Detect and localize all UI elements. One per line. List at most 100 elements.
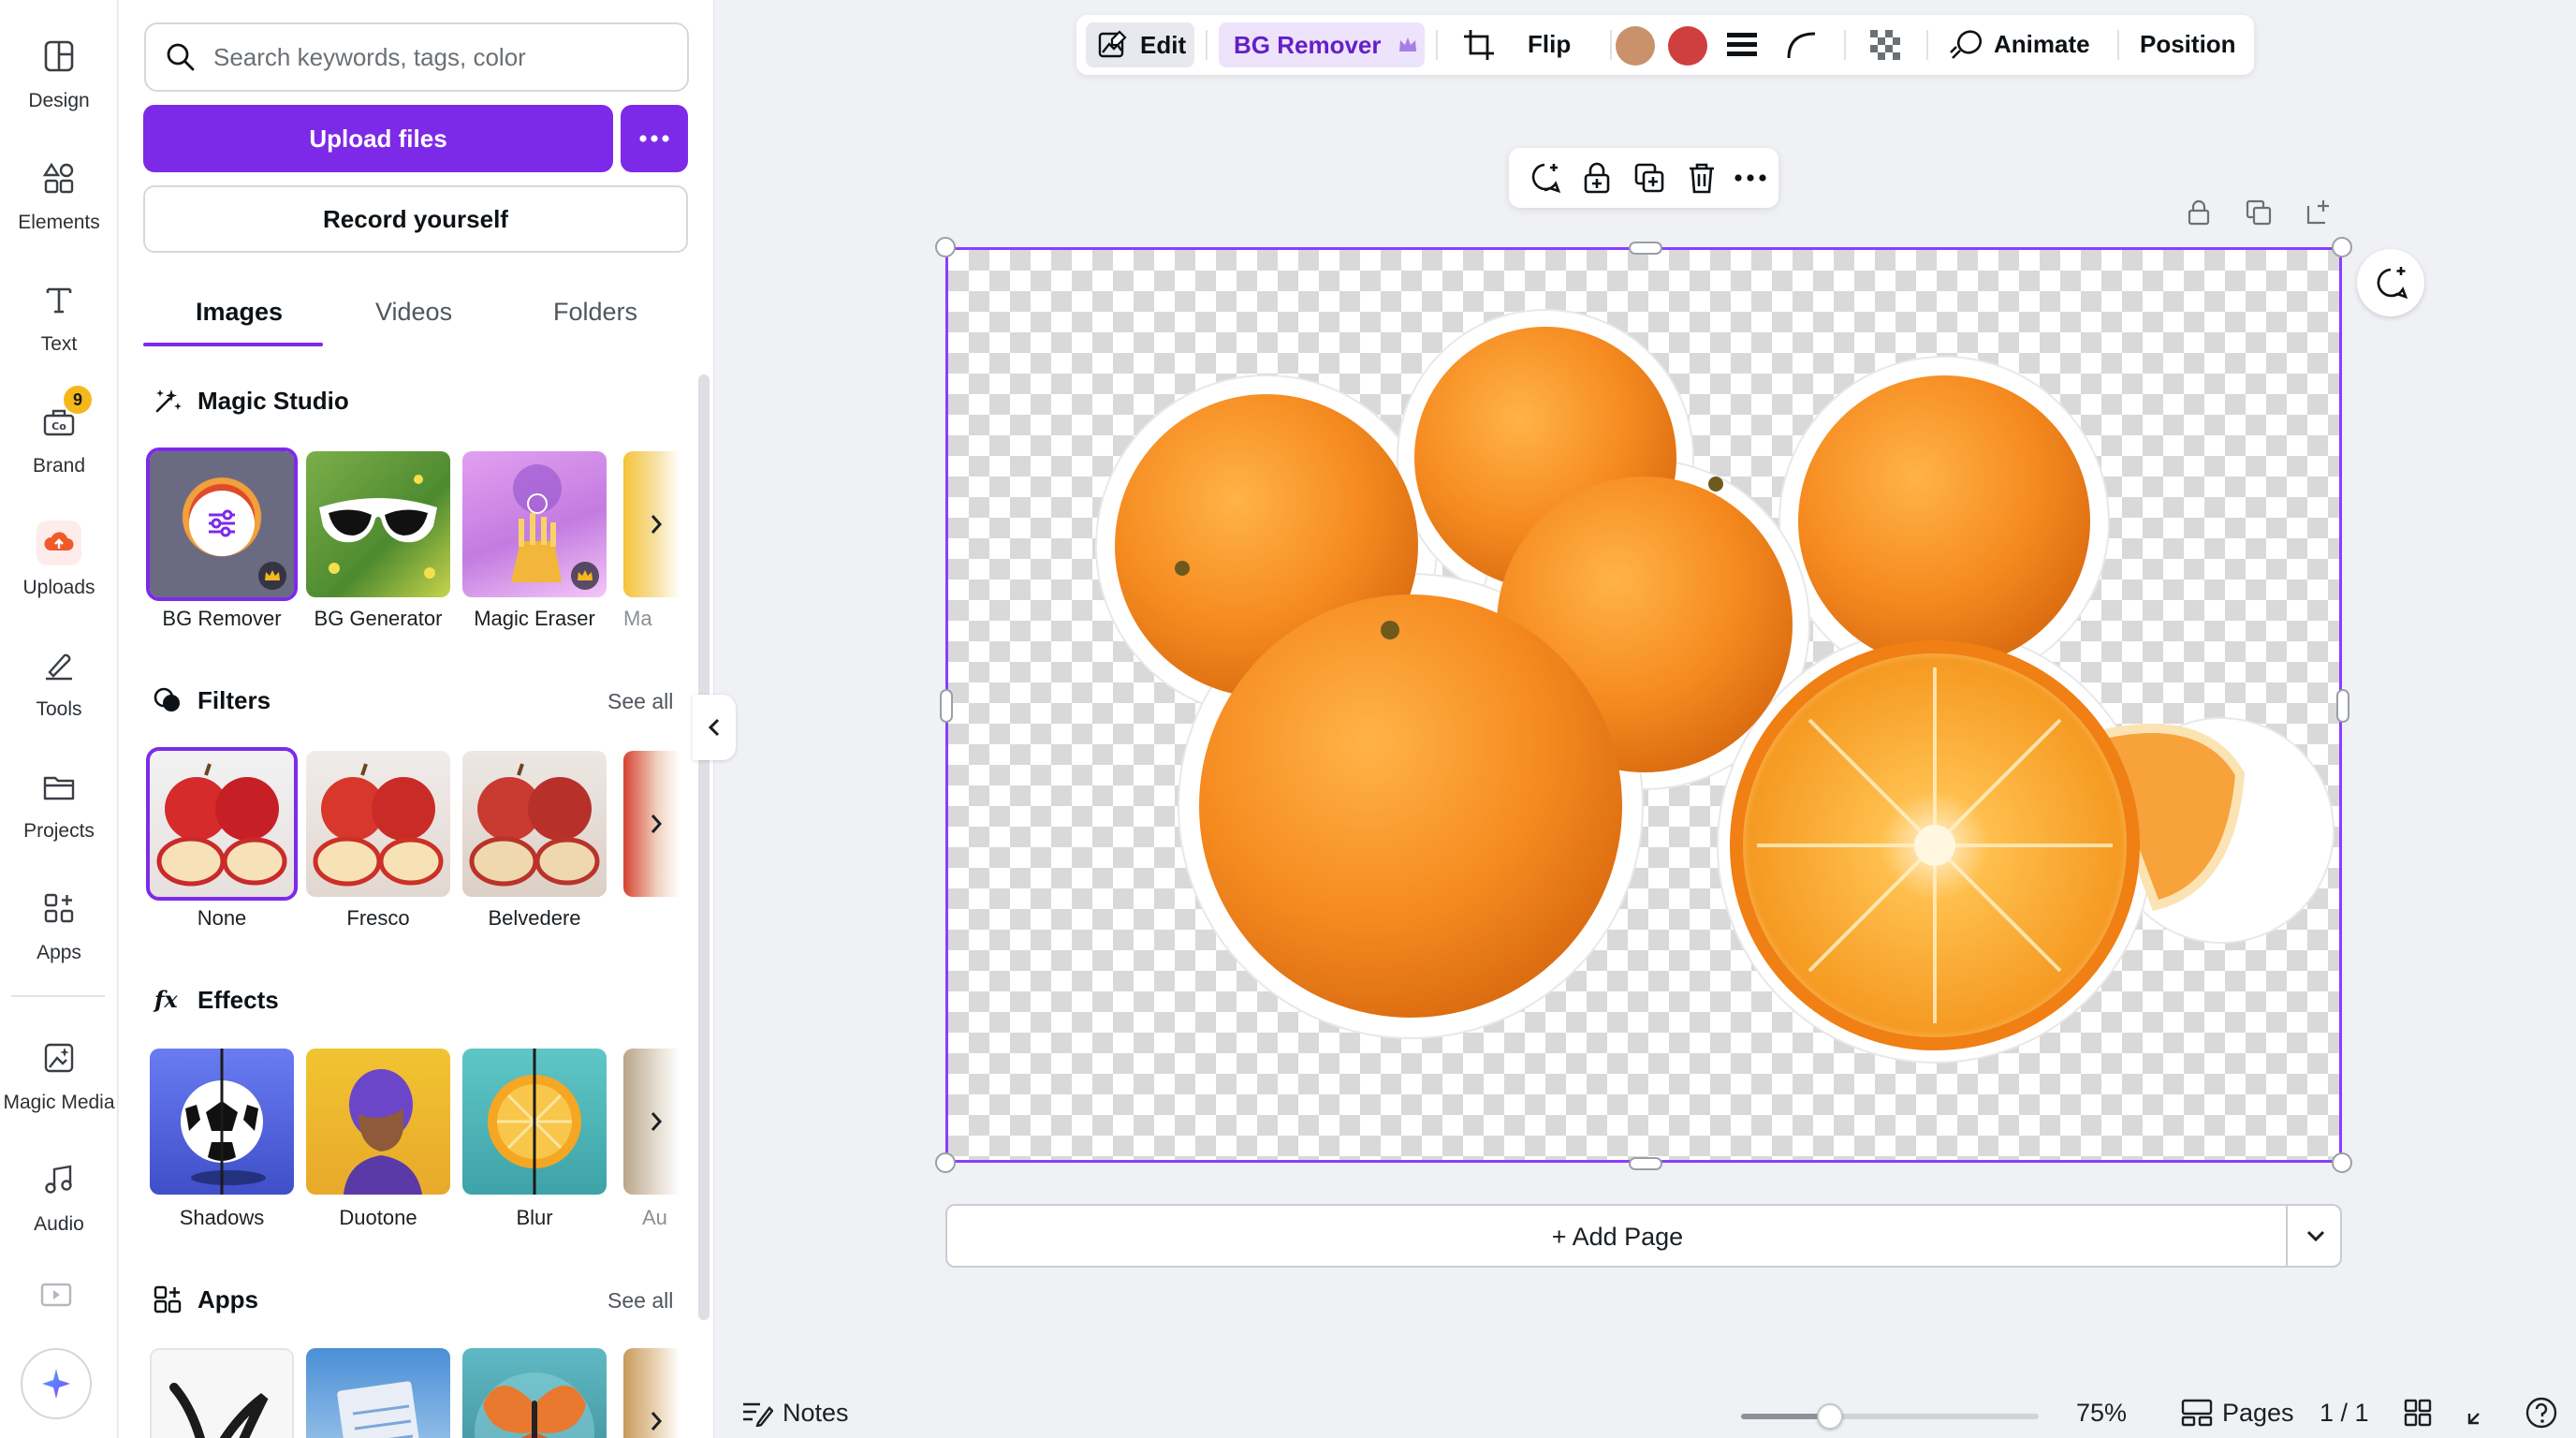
transparency-icon[interactable] xyxy=(1868,28,1902,66)
magic-bg-remover-thumb[interactable] xyxy=(146,448,298,601)
rail-item-uploads[interactable]: Uploads xyxy=(0,504,118,607)
crop-icon[interactable] xyxy=(1462,28,1496,66)
trash-icon[interactable] xyxy=(1685,161,1719,195)
rail-label: Magic Media xyxy=(3,1092,115,1113)
chevron-right-icon[interactable] xyxy=(642,507,670,541)
duplicate-icon[interactable] xyxy=(1632,161,1666,195)
notes-button[interactable]: Notes xyxy=(783,1399,849,1428)
magic-assistant-button[interactable] xyxy=(21,1348,92,1419)
panel-scrollbar[interactable] xyxy=(698,374,710,1320)
resize-handle-bottom[interactable] xyxy=(1629,1157,1662,1170)
magic-eraser-thumb[interactable] xyxy=(462,451,607,597)
thumb-label: BG Generator xyxy=(314,607,443,630)
resize-handle-bottom-right[interactable] xyxy=(2332,1152,2352,1173)
image-toolbar: Edit BG Remover Flip Animate Position xyxy=(1076,15,2254,75)
rail-item-audio[interactable]: Audio xyxy=(0,1140,118,1243)
upload-files-button[interactable]: Upload files xyxy=(143,105,613,172)
tab-videos[interactable]: Videos xyxy=(375,298,452,327)
chevron-right-icon[interactable] xyxy=(642,807,670,841)
toolbar-divider xyxy=(1206,30,1208,60)
pages-icon[interactable] xyxy=(2181,1399,2213,1431)
design-canvas[interactable] xyxy=(945,247,2342,1163)
effect-duotone-thumb[interactable] xyxy=(306,1049,450,1195)
bg-remover-button[interactable]: BG Remover xyxy=(1219,22,1425,67)
resize-handle-right[interactable] xyxy=(2336,689,2349,723)
lock-icon[interactable] xyxy=(1580,161,1614,195)
zoom-level[interactable]: 75% xyxy=(2076,1399,2127,1428)
collapse-panel-button[interactable] xyxy=(693,695,736,760)
app-logo-icon xyxy=(169,1383,269,1438)
thumb-label: Ma xyxy=(623,607,652,630)
resize-handle-left[interactable] xyxy=(940,689,953,723)
help-icon[interactable] xyxy=(2525,1397,2557,1433)
resize-handle-top[interactable] xyxy=(1629,242,1662,255)
resize-handle-top-right[interactable] xyxy=(2332,237,2352,257)
rail-item-tools[interactable]: Tools xyxy=(0,625,118,728)
rail-item-elements[interactable]: Elements xyxy=(0,139,118,242)
tools-icon xyxy=(37,642,81,687)
resize-handle-top-left[interactable] xyxy=(935,237,956,257)
section-apps: Apps xyxy=(153,1284,258,1314)
upload-more-button[interactable] xyxy=(621,105,688,172)
rail-item-brand[interactable]: Co Brand xyxy=(0,382,118,485)
grid-view-icon[interactable] xyxy=(2404,1399,2432,1431)
video-icon[interactable] xyxy=(37,1279,75,1317)
oranges-image[interactable] xyxy=(948,250,2339,1160)
pages-button[interactable]: Pages xyxy=(2222,1399,2294,1428)
edit-image-icon xyxy=(1098,30,1127,58)
corner-rounding-icon[interactable] xyxy=(1786,30,1818,65)
effects-icon: fx xyxy=(153,986,178,1013)
app-thumb[interactable] xyxy=(306,1348,450,1438)
filter-none-thumb[interactable] xyxy=(146,747,298,901)
chevron-down-icon[interactable] xyxy=(2303,1223,2329,1249)
record-yourself-button[interactable]: Record yourself xyxy=(143,185,688,253)
magic-bg-generator-thumb[interactable] xyxy=(306,451,450,597)
chevron-right-icon[interactable] xyxy=(642,1404,670,1438)
filter-fresco-thumb[interactable] xyxy=(306,751,450,897)
page-duplicate-icon[interactable] xyxy=(2245,198,2273,231)
thumb-label: None xyxy=(197,906,247,930)
search-input[interactable]: Search keywords, tags, color xyxy=(144,22,689,92)
color-swatch-red[interactable] xyxy=(1668,26,1707,66)
resize-handle-bottom-left[interactable] xyxy=(935,1152,956,1173)
more-icon xyxy=(639,135,669,142)
more-icon[interactable] xyxy=(1734,161,1767,195)
zoom-slider-knob[interactable] xyxy=(1817,1403,1844,1430)
app-thumb[interactable] xyxy=(150,1348,294,1438)
rail-item-magic-media[interactable]: Magic Media xyxy=(0,1019,118,1122)
page-add-icon[interactable] xyxy=(2305,198,2333,231)
app-thumb[interactable] xyxy=(462,1348,607,1438)
animate-button[interactable]: Animate xyxy=(1994,30,2090,59)
page-lock-icon[interactable] xyxy=(2185,198,2213,231)
rail-item-text[interactable]: Text xyxy=(0,260,118,363)
border-style-icon[interactable] xyxy=(1726,30,1758,65)
fullscreen-icon[interactable] xyxy=(2466,1401,2492,1431)
zoom-slider[interactable] xyxy=(1741,1403,2039,1430)
text-icon xyxy=(37,277,81,322)
rail-label: Apps xyxy=(37,942,81,963)
tab-folders[interactable]: Folders xyxy=(553,298,637,327)
left-rail: Design Elements Text Co Brand 9 Uploads … xyxy=(0,0,118,1438)
notes-icon[interactable] xyxy=(741,1399,774,1431)
add-comment-button[interactable] xyxy=(2357,249,2424,316)
add-page-button[interactable]: + Add Page xyxy=(945,1204,2342,1268)
filters-see-all[interactable]: See all xyxy=(607,689,673,714)
filter-belvedere-thumb[interactable] xyxy=(462,751,607,897)
chevron-right-icon[interactable] xyxy=(642,1105,670,1138)
edit-button[interactable]: Edit xyxy=(1086,22,1194,67)
apps-see-all[interactable]: See all xyxy=(607,1288,673,1313)
tab-images[interactable]: Images xyxy=(196,298,283,327)
edit-label: Edit xyxy=(1140,30,1187,59)
page-count: 1 / 1 xyxy=(2320,1399,2369,1427)
rail-item-design[interactable]: Design xyxy=(0,17,118,120)
rail-item-apps[interactable]: Apps xyxy=(0,869,118,972)
effect-blur-thumb[interactable] xyxy=(462,1049,607,1195)
flip-button[interactable]: Flip xyxy=(1528,30,1571,59)
design-icon xyxy=(37,34,81,79)
rail-item-projects[interactable]: Projects xyxy=(0,747,118,850)
comment-add-icon[interactable] xyxy=(1528,161,1561,195)
position-button[interactable]: Position xyxy=(2140,30,2236,59)
animate-icon[interactable] xyxy=(1949,28,1984,66)
color-swatch-tan[interactable] xyxy=(1616,26,1655,66)
effect-shadows-thumb[interactable] xyxy=(150,1049,294,1195)
